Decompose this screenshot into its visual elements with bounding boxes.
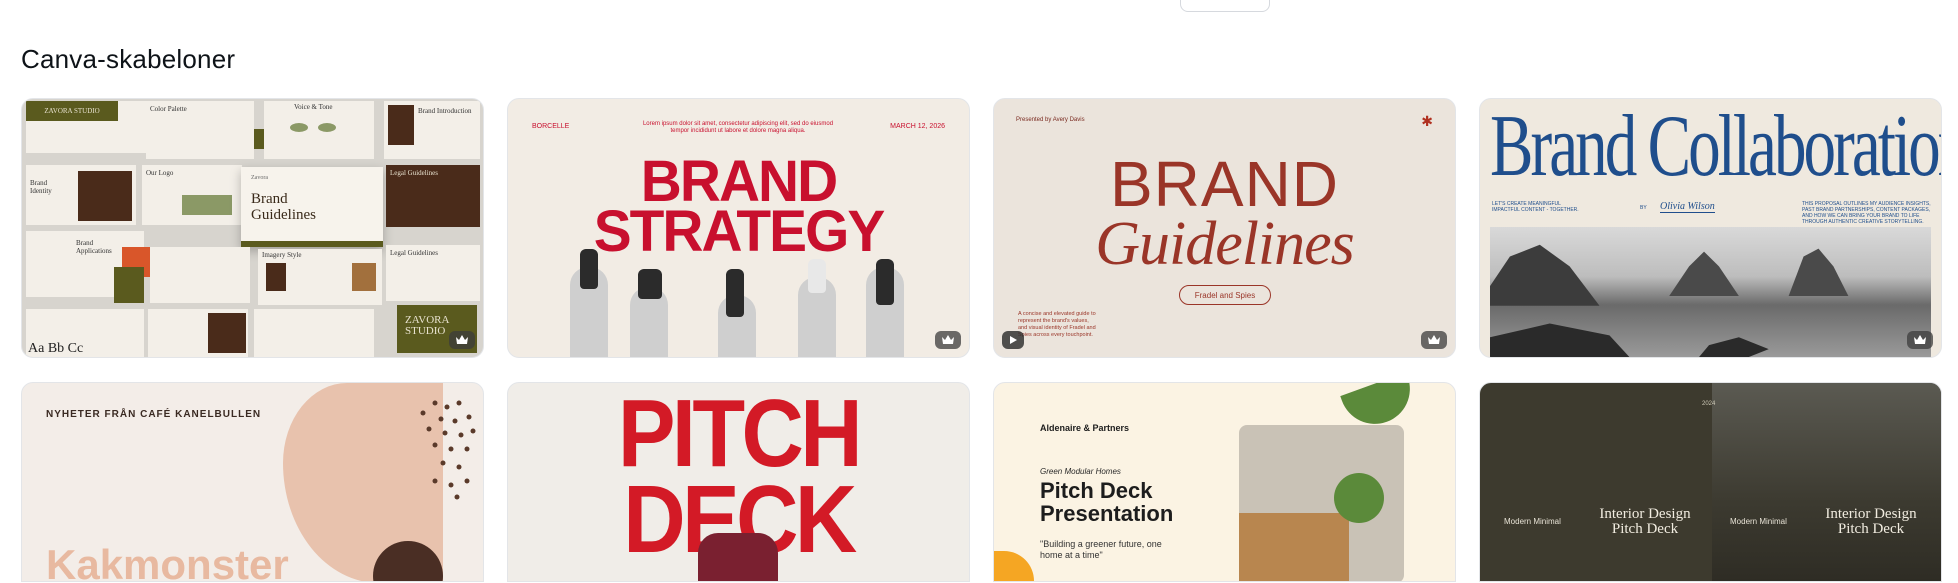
plant-image xyxy=(1334,473,1384,523)
dots-decoration xyxy=(420,400,476,500)
imagery-photo xyxy=(352,263,376,291)
template-card-brand-guidelines[interactable]: Presented by Avery Davis ✱ BRAND Guideli… xyxy=(993,98,1456,358)
description-text: A concise and elevated guide to represen… xyxy=(1018,311,1096,338)
section-title: Canva-skabeloner xyxy=(21,44,236,74)
right-subtitle: Modern Minimal xyxy=(1730,517,1787,526)
bottle-image xyxy=(726,269,744,317)
template-card-interior-design[interactable]: 2024 Modern Minimal Interior Design Pitch… xyxy=(1479,382,1942,582)
company-name: Aldenaire & Partners xyxy=(1040,423,1130,433)
cover-title: Brand Guidelines xyxy=(251,191,316,223)
bottle-image xyxy=(876,259,894,305)
premium-badge xyxy=(1907,331,1933,349)
slide-label: Color Palette xyxy=(150,105,187,113)
headline-line2: Guidelines xyxy=(1095,210,1355,278)
play-icon xyxy=(1010,336,1017,344)
studio-logo: ZAVORA STUDIO xyxy=(26,101,118,121)
headline: Brand Collaboration xyxy=(1490,98,1942,195)
by-label: BY xyxy=(1640,205,1647,211)
typography-sample: Aa Bb Cc xyxy=(28,341,84,356)
slide-label: Legal Guidelines xyxy=(390,169,439,177)
tagline-left: LET'S CREATE MEANINGFUL IMPACTFUL CONTEN… xyxy=(1492,201,1579,213)
asterisk-icon: ✱ xyxy=(1421,113,1433,129)
crown-icon xyxy=(456,335,468,344)
crown-icon xyxy=(942,335,954,344)
building-image xyxy=(698,533,778,581)
interior-photo xyxy=(1712,383,1941,581)
bottle-image xyxy=(580,249,598,289)
slide-label: Our Logo xyxy=(146,169,174,177)
template-card-brand-strategy[interactable]: BORCELLE Lorem ipsum dolor sit amet, con… xyxy=(507,98,970,358)
newsletter-header: NYHETER FRÅN CAFÉ KANELBULLEN xyxy=(46,409,262,420)
slide-thumb xyxy=(150,247,250,303)
coast-photo xyxy=(1490,227,1931,357)
premium-badge xyxy=(1421,331,1447,349)
slide-label: Brand Introduction xyxy=(418,107,472,115)
presented-by: Presented by Avery Davis xyxy=(1016,117,1085,123)
left-subtitle: Modern Minimal xyxy=(1504,517,1561,526)
premium-badge xyxy=(935,331,961,349)
template-card-kakmonster[interactable]: NYHETER FRÅN CAFÉ KANELBULLEN Kakmonster xyxy=(21,382,484,582)
application-olive xyxy=(114,267,144,303)
image-block xyxy=(388,105,414,145)
logo-block xyxy=(182,195,232,215)
cliffs-silhouette xyxy=(1490,244,1849,357)
headline: Pitch Deck Presentation xyxy=(1040,478,1174,526)
flower-image xyxy=(994,551,1034,581)
left-title: Interior Design Pitch Deck xyxy=(1599,506,1691,537)
date: MARCH 12, 2026 xyxy=(890,123,945,130)
premium-badge xyxy=(449,331,475,349)
voice-shape xyxy=(318,123,336,132)
template-card-brand-collaboration[interactable]: Brand Collaboration LET'S CREATE MEANING… xyxy=(1479,98,1942,358)
imagery-photo xyxy=(266,263,286,291)
intro-text: Lorem ipsum dolor sit amet, consectetur … xyxy=(642,121,834,134)
cover-subtitle: Zavora xyxy=(251,175,268,181)
bottle-image xyxy=(638,269,662,299)
tagline-right: THIS PROPOSAL OUTLINES MY AUDIENCE INSIG… xyxy=(1802,201,1931,225)
year: 2024 xyxy=(1702,401,1716,407)
crown-icon xyxy=(1914,335,1926,344)
templates-grid: ZAVORA STUDIO Color Palette Voice & Tone… xyxy=(21,98,1943,582)
top-pill-button[interactable] xyxy=(1180,0,1270,12)
company-name: BORCELLE xyxy=(532,123,570,130)
image-block xyxy=(208,313,246,353)
slide-label: Voice & Tone xyxy=(294,103,333,111)
kicker-text: Green Modular Homes xyxy=(1040,467,1121,476)
video-badge xyxy=(1002,331,1024,349)
cabinet-image xyxy=(1239,513,1349,581)
template-card-pitch-deck[interactable]: PITCH DECK xyxy=(507,382,970,582)
bottle-image xyxy=(808,259,826,293)
slide-label: Brand Identity xyxy=(30,179,52,195)
slide-label: Legal Guidelines xyxy=(390,249,439,257)
cover-slide: Zavora Brand Guidelines xyxy=(241,167,383,247)
template-card-brand-introduction[interactable]: ZAVORA STUDIO Color Palette Voice & Tone… xyxy=(21,98,484,358)
right-title: Interior Design Pitch Deck xyxy=(1825,506,1917,537)
slide-thumb xyxy=(254,309,374,357)
crown-icon xyxy=(1428,335,1440,344)
image-block xyxy=(78,171,132,221)
quote: "Building a greener future, one home at a… xyxy=(1040,539,1162,560)
slide-label: Brand Applications xyxy=(76,239,112,255)
signature: Olivia Wilson xyxy=(1660,201,1715,213)
template-card-pitch-deck-presentation[interactable]: Aldenaire & Partners Green Modular Homes… xyxy=(993,382,1456,582)
cover-bar xyxy=(241,241,383,247)
headline: Kakmonster xyxy=(46,541,289,582)
voice-shape xyxy=(290,123,308,132)
company-pill: Fradel and Spies xyxy=(1179,285,1271,305)
slide-label: Imagery Style xyxy=(262,251,302,259)
